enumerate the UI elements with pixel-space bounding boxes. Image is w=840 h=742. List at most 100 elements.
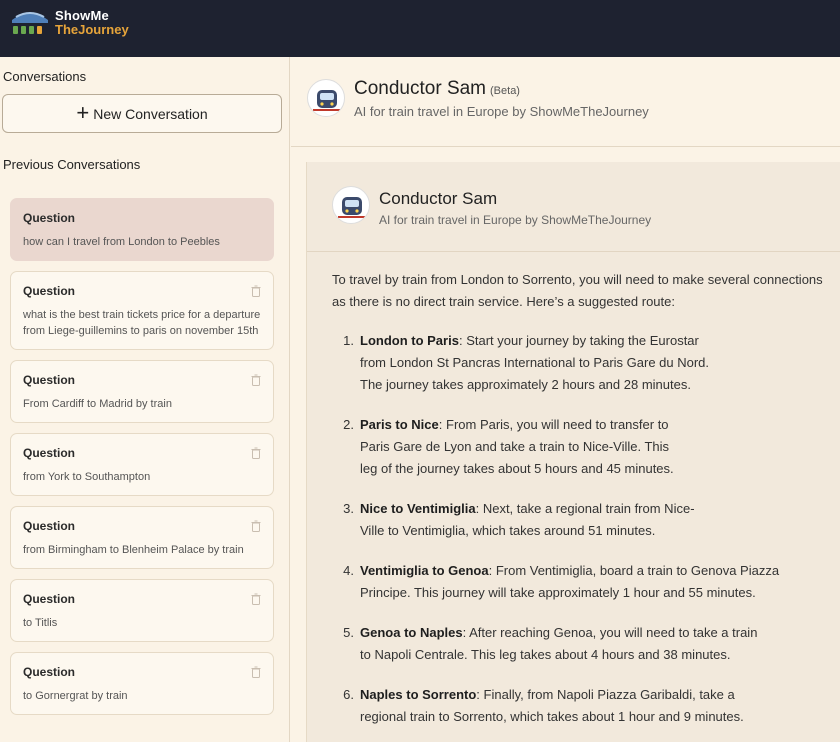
route-step: 5. Genoa to Naples: After reaching Genoa,… bbox=[334, 622, 834, 666]
step-body: Genoa to Naples: After reaching Genoa, y… bbox=[360, 622, 834, 666]
message-sender-name: Conductor Sam bbox=[379, 189, 498, 208]
message-header: Conductor Sam AI for train travel in Eur… bbox=[307, 162, 840, 252]
step-number: 6. bbox=[343, 687, 354, 702]
trash-icon[interactable] bbox=[251, 374, 261, 386]
conversation-item[interactable]: Question how can I travel from London to … bbox=[10, 198, 274, 261]
train-logo-icon[interactable] bbox=[10, 8, 50, 36]
step-number: 4. bbox=[343, 563, 354, 578]
step-line: The journey takes approximately 2 hours … bbox=[360, 374, 834, 396]
plus-icon: + bbox=[76, 99, 90, 125]
conversation-item[interactable]: Question from York to Southampton bbox=[10, 433, 274, 496]
step-text: Next, take a regional train from Nice- bbox=[482, 501, 695, 516]
trash-icon[interactable] bbox=[251, 520, 261, 532]
step-line: Nice to Ventimiglia: Next, take a region… bbox=[360, 501, 695, 516]
conversation-heading: Question bbox=[23, 211, 76, 225]
step-text: leg of the journey takes about 5 hours a… bbox=[360, 461, 674, 476]
message-sender-subtitle: AI for train travel in Europe by ShowMeT… bbox=[379, 213, 652, 227]
step-text: Principe. This journey will take approxi… bbox=[360, 585, 756, 600]
conversation-item[interactable]: Question to Titlis bbox=[10, 579, 274, 642]
sidebar: Conversations + New Conversation Previou… bbox=[0, 57, 290, 742]
step-line: Ville to Ventimiglia, which takes around… bbox=[360, 520, 834, 542]
conversations-heading: Conversations bbox=[3, 69, 87, 84]
step-title: Genoa to Naples bbox=[360, 625, 463, 640]
conversation-item[interactable]: Question what is the best train tickets p… bbox=[10, 271, 274, 350]
route-step: 4. Ventimiglia to Genoa: From Ventimiglia… bbox=[334, 560, 834, 604]
step-line: regional train to Sorrento, which takes … bbox=[360, 706, 834, 728]
step-body: Nice to Ventimiglia: Next, take a region… bbox=[360, 498, 834, 542]
step-text: from London St Pancras International to … bbox=[360, 355, 710, 370]
trash-icon[interactable] bbox=[251, 447, 261, 459]
step-text: After reaching Genoa, you will need to t… bbox=[469, 625, 758, 640]
answer-intro: To travel by train from London to Sorren… bbox=[332, 272, 823, 309]
assistant-name-text: Conductor Sam bbox=[354, 78, 487, 99]
step-number: 2. bbox=[343, 417, 354, 432]
step-line: London to Paris: Start your journey by t… bbox=[360, 333, 699, 348]
conversation-item[interactable]: Question From Cardiff to Madrid by train bbox=[10, 360, 274, 423]
assistant-name: Conductor Sam (Beta) bbox=[354, 78, 520, 100]
step-line: Genoa to Naples: After reaching Genoa, y… bbox=[360, 625, 758, 640]
step-text: Finally, from Napoli Piazza Garibaldi, t… bbox=[483, 687, 735, 702]
step-title: Nice to Ventimiglia bbox=[360, 501, 476, 516]
step-number: 5. bbox=[343, 625, 354, 640]
conversation-heading: Question bbox=[23, 373, 76, 387]
train-avatar-icon bbox=[332, 186, 370, 224]
step-text: The journey takes approximately 2 hours … bbox=[360, 377, 691, 392]
conversation-text: From Cardiff to Madrid by train bbox=[23, 398, 172, 410]
step-title: Naples to Sorrento bbox=[360, 687, 477, 702]
step-body: Naples to Sorrento: Finally, from Napoli… bbox=[360, 684, 834, 728]
route-step: 2. Paris to Nice: From Paris, you will ne… bbox=[334, 414, 834, 480]
step-number: 3. bbox=[343, 501, 354, 516]
conversation-item[interactable]: Question to Gornergrat by train bbox=[10, 652, 274, 715]
conversation-heading: Question bbox=[23, 519, 76, 533]
step-line: Naples to Sorrento: Finally, from Napoli… bbox=[360, 687, 735, 702]
step-line: Principe. This journey will take approxi… bbox=[360, 582, 834, 604]
step-text: Ville to Ventimiglia, which takes around… bbox=[360, 523, 656, 538]
step-line: leg of the journey takes about 5 hours a… bbox=[360, 458, 834, 480]
previous-conversations-heading: Previous Conversations bbox=[3, 157, 141, 172]
step-line: Paris Gare de Lyon and take a train to N… bbox=[360, 436, 834, 458]
step-body: Ventimiglia to Genoa: From Ventimiglia, … bbox=[360, 560, 834, 604]
conversation-text: from Birmingham to Blenheim Palace by tr… bbox=[23, 544, 244, 556]
train-avatar-icon bbox=[307, 79, 345, 117]
step-line: Paris to Nice: From Paris, you will need… bbox=[360, 417, 669, 432]
step-text: From Ventimiglia, board a train to Genov… bbox=[495, 563, 780, 578]
route-step: 1. London to Paris: Start your journey by… bbox=[334, 330, 834, 396]
new-conversation-button[interactable]: + New Conversation bbox=[2, 94, 282, 133]
step-text: Paris Gare de Lyon and take a train to N… bbox=[360, 439, 670, 454]
conversation-list: Question how can I travel from London to … bbox=[10, 198, 274, 725]
conversation-heading: Question bbox=[23, 665, 76, 679]
step-text: regional train to Sorrento, which takes … bbox=[360, 709, 744, 724]
route-steps-list: 1. London to Paris: Start your journey by… bbox=[334, 330, 834, 742]
step-text: Start your journey by taking the Eurosta… bbox=[466, 333, 699, 348]
step-title: Paris to Nice bbox=[360, 417, 439, 432]
chat-header: Conductor Sam (Beta) AI for train travel … bbox=[291, 57, 840, 147]
new-conversation-label: New Conversation bbox=[93, 105, 208, 122]
step-line: Ventimiglia to Genoa: From Ventimiglia, … bbox=[360, 563, 780, 578]
conversation-item[interactable]: Question from Birmingham to Blenheim Pala… bbox=[10, 506, 274, 569]
step-body: London to Paris: Start your journey by t… bbox=[360, 330, 834, 396]
step-text: From Paris, you will need to transfer to bbox=[446, 417, 669, 432]
route-step: 3. Nice to Ventimiglia: Next, take a regi… bbox=[334, 498, 834, 542]
step-number: 1. bbox=[343, 333, 354, 348]
route-step: 6. Naples to Sorrento: Finally, from Napo… bbox=[334, 684, 834, 728]
conversation-text: from York to Southampton bbox=[23, 471, 151, 483]
trash-icon[interactable] bbox=[251, 593, 261, 605]
conversation-text: to Titlis bbox=[23, 617, 58, 629]
conversation-heading: Question bbox=[23, 284, 76, 298]
top-bar: ShowMe TheJourney bbox=[0, 0, 840, 57]
trash-icon[interactable] bbox=[251, 666, 261, 678]
assistant-subtitle: AI for train travel in Europe by ShowMeT… bbox=[354, 104, 649, 119]
step-title: Ventimiglia to Genoa bbox=[360, 563, 489, 578]
conversation-heading: Question bbox=[23, 446, 76, 460]
beta-badge: (Beta) bbox=[490, 85, 520, 97]
step-line: from London St Pancras International to … bbox=[360, 352, 834, 374]
conversation-heading: Question bbox=[23, 592, 76, 606]
trash-icon[interactable] bbox=[251, 285, 261, 297]
step-body: Paris to Nice: From Paris, you will need… bbox=[360, 414, 834, 480]
step-line: to Napoli Centrale. This leg takes about… bbox=[360, 644, 834, 666]
step-text: to Napoli Centrale. This leg takes about… bbox=[360, 647, 731, 662]
step-title: London to Paris bbox=[360, 333, 459, 348]
brand-name-line2: TheJourney bbox=[55, 22, 129, 37]
chat-panel: Conductor Sam AI for train travel in Eur… bbox=[306, 162, 840, 742]
conversation-text: to Gornergrat by train bbox=[23, 690, 128, 702]
